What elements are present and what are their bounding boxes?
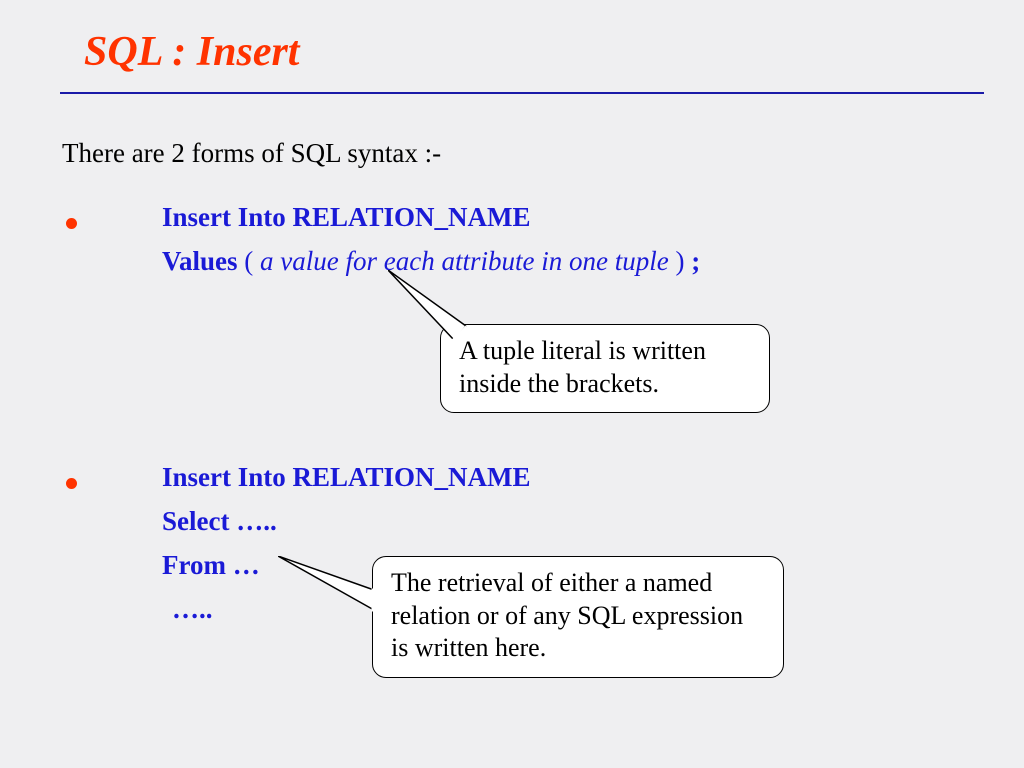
values-line: Values ( a value for each attribute in o… (162, 246, 700, 277)
slide-title: SQL : Insert (84, 28, 299, 76)
bullet-icon (66, 218, 77, 229)
callout-tuple-literal: A tuple literal is written inside the br… (440, 324, 770, 413)
insert-into-line-2: Insert Into RELATION_NAME (162, 462, 531, 493)
dots-line: ….. (172, 594, 213, 625)
title-underline (60, 92, 984, 94)
select-line: Select ….. (162, 506, 277, 537)
intro-text: There are 2 forms of SQL syntax :- (62, 138, 441, 169)
callout-retrieval: The retrieval of either a named relation… (372, 556, 784, 678)
bullet-icon (66, 478, 77, 489)
insert-into-line-1: Insert Into RELATION_NAME (162, 202, 531, 233)
from-line: From … (162, 550, 260, 581)
